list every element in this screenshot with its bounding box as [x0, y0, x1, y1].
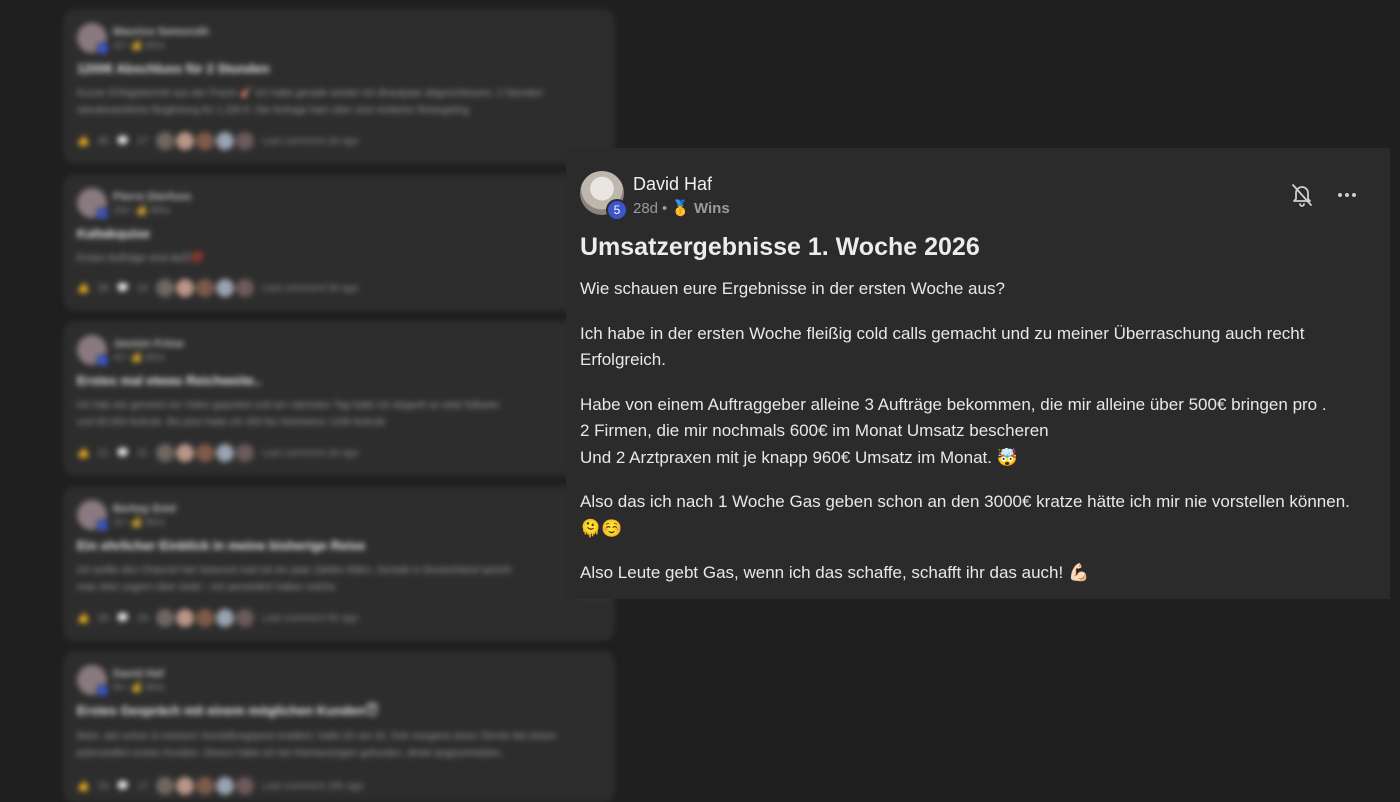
post-category[interactable]: Wins: [694, 200, 730, 217]
feed-post-title[interactable]: 1200€ Abschluss für 2 Stunden: [77, 61, 601, 76]
last-comment: Last comment 2d ago: [262, 447, 359, 459]
last-comment: Last comment 5d ago: [262, 282, 359, 294]
avatar[interactable]: [77, 665, 109, 697]
post-age: 28d: [633, 199, 659, 217]
level-badge: [96, 684, 109, 697]
comment-icon[interactable]: 💬: [117, 136, 129, 147]
like-icon[interactable]: 👍: [77, 283, 89, 294]
feed-post-header: Pierre Dierfuss 16d • 💰 Wins: [77, 188, 601, 220]
feed-post-author[interactable]: Maurice Semoroth: [113, 26, 209, 38]
feed-post-footer: 👍 18 💬 28 Last comment 6h ago: [77, 609, 358, 627]
feed-post-meta: 4d • 💰 Wins: [113, 351, 165, 362]
post-paragraph: Also das ich nach 1 Woche Gas geben scho…: [580, 492, 1350, 538]
feed-post-footer: 👍 21 💬 31 Last comment 2d ago: [77, 444, 358, 462]
more-horizontal-icon[interactable]: [1336, 184, 1358, 206]
last-comment: Last comment 6h ago: [262, 612, 359, 624]
level-badge: [96, 354, 109, 367]
feed-post-header: Maurice Semoroth 2d • 💰 Wins: [77, 23, 601, 55]
category-medal-icon: 🥇: [671, 200, 690, 217]
comment-count: 28: [137, 612, 149, 624]
avatar[interactable]: [77, 500, 109, 532]
like-count: 18: [97, 612, 109, 624]
feed-post-card[interactable]: Pierre Dierfuss 16d • 💰 Wins Kaltakquise…: [64, 175, 614, 310]
post-paragraph: Also Leute gebt Gas, wenn ich das schaff…: [580, 563, 1090, 582]
feed-post-excerpt: Ersten Aufträge sind da😊💯: [77, 253, 204, 264]
post-title: Umsatzergebnisse 1. Woche 2026: [580, 233, 980, 261]
feed-post-meta: 16d • 💰 Wins: [113, 204, 170, 215]
feed-post-title[interactable]: Erstes Gespräch mit einem möglichen Kund…: [77, 703, 601, 719]
feed-post-footer: 👍 19 💬 17 Last comment 18h ago: [77, 777, 364, 795]
post-meta: 28d • 🥇 Wins: [633, 199, 730, 218]
feed-post-meta: 2d • 💰 Wins: [113, 516, 165, 527]
commenter-avatars: [156, 132, 255, 150]
feed-post-excerpt: Ich wollte den Channel hier bewusst mal …: [77, 565, 512, 593]
feed-post-footer: 👍 35 💬 27 Last comment 2d ago: [77, 132, 358, 150]
like-icon[interactable]: 👍: [77, 613, 89, 624]
post-paragraph: Ich habe in der ersten Woche fleißig col…: [580, 323, 1305, 370]
feed-post-excerpt: Ich hab wie gemeint ein Video gepostet u…: [77, 400, 500, 428]
feed-post-card[interactable]: Jasmin Fröse 4d • 💰 Wins Erstes mal etwa…: [64, 322, 614, 475]
post-paragraph: Habe von einem Auftraggeber alleine 3 Au…: [580, 394, 1327, 467]
level-badge: [96, 207, 109, 220]
bell-off-icon[interactable]: [1290, 182, 1314, 208]
feed-post-author[interactable]: Berkay Emir: [113, 503, 177, 515]
like-count: 21: [97, 447, 109, 459]
post-author[interactable]: David Haf: [633, 174, 712, 195]
feed-post-title[interactable]: Ein ehrlicher Einblick in meine bisherig…: [77, 538, 601, 553]
feed-post-excerpt: Moin, wie schon in meinem Vorstellungspo…: [77, 731, 557, 759]
comment-count: 31: [137, 447, 149, 459]
feed-post-card[interactable]: Maurice Semoroth 2d • 💰 Wins 1200€ Absch…: [64, 10, 614, 163]
commenter-avatars: [156, 609, 255, 627]
post-body: Wie schauen eure Ergebnisse in der erste…: [580, 276, 1370, 605]
avatar[interactable]: [77, 188, 109, 220]
feed-post-header: David Haf 8d • 💰 Wins: [77, 665, 601, 697]
comment-count: 27: [137, 135, 149, 147]
commenter-avatars: [156, 279, 255, 297]
avatar[interactable]: [77, 23, 109, 55]
feed-post-meta: 8d • 💰 Wins: [113, 681, 165, 692]
like-icon[interactable]: 👍: [77, 448, 89, 459]
feed-post-excerpt: Kurzer Erfolgsbericht aus der Praxis 🎸 I…: [77, 88, 544, 116]
feed-post-author[interactable]: Jasmin Fröse: [113, 338, 184, 350]
feed-post-card[interactable]: Berkay Emir 2d • 💰 Wins Ein ehrlicher Ei…: [64, 487, 614, 640]
post-paragraph: Wie schauen eure Ergebnisse in der erste…: [580, 279, 1005, 298]
comment-icon[interactable]: 💬: [117, 448, 129, 459]
comment-count: 24: [137, 282, 149, 294]
feed-post-header: Jasmin Fröse 4d • 💰 Wins: [77, 335, 601, 367]
feed-post-author[interactable]: Pierre Dierfuss: [113, 191, 191, 203]
feed-post-footer: 👍 28 💬 24 Last comment 5d ago: [77, 279, 358, 297]
like-count: 35: [97, 135, 109, 147]
commenter-avatars: [156, 444, 255, 462]
like-count: 28: [97, 282, 109, 294]
commenter-avatars: [156, 777, 255, 795]
feed-post-meta: 2d • 💰 Wins: [113, 39, 165, 50]
feed-post-card[interactable]: David Haf 8d • 💰 Wins Erstes Gespräch mi…: [64, 652, 614, 802]
avatar[interactable]: [77, 335, 109, 367]
post-detail-popover: 5 David Haf 28d • 🥇 Wins Umsatzergebniss…: [566, 148, 1390, 599]
feed-post-author[interactable]: David Haf: [113, 668, 165, 680]
feed-post-title[interactable]: Kaltakquise: [77, 226, 601, 241]
meta-separator: •: [662, 199, 668, 217]
comment-icon[interactable]: 💬: [117, 283, 129, 294]
last-comment: Last comment 2d ago: [262, 135, 359, 147]
level-badge: [96, 519, 109, 532]
feed-post-title[interactable]: Erstes mal etwas Reichweite..: [77, 373, 601, 388]
level-badge: [96, 42, 109, 55]
comment-icon[interactable]: 💬: [117, 613, 129, 624]
feed-post-header: Berkay Emir 2d • 💰 Wins: [77, 500, 601, 532]
level-badge: 5: [606, 199, 628, 221]
like-icon[interactable]: 👍: [77, 136, 89, 147]
